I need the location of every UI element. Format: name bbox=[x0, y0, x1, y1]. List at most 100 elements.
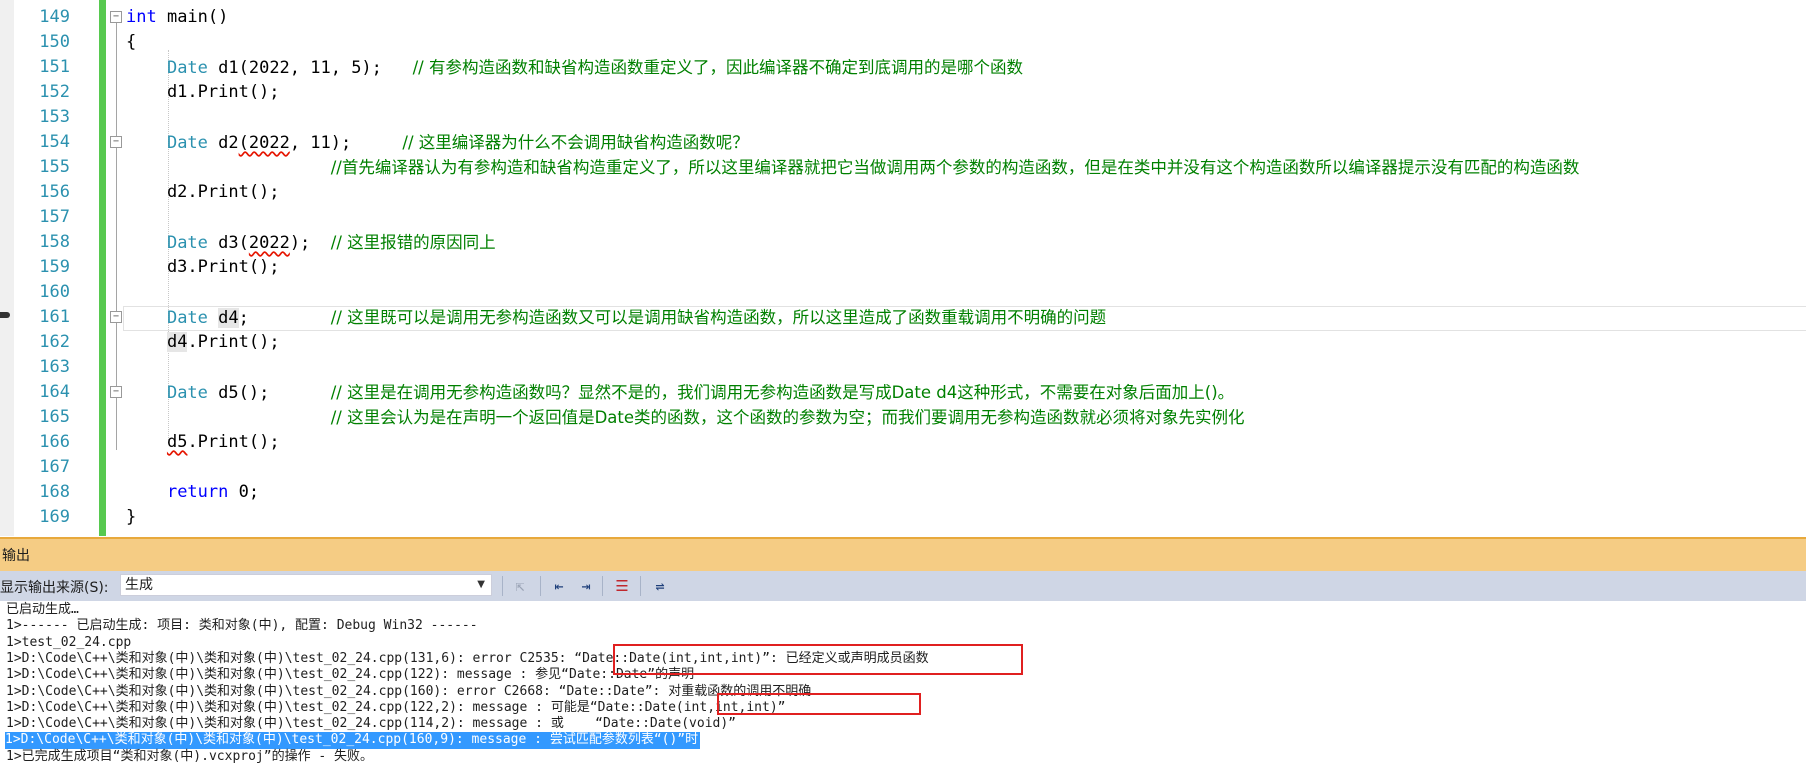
line-number: 157 bbox=[39, 207, 70, 227]
output-source-dropdown[interactable]: 生成 ▼ bbox=[120, 574, 492, 596]
code-line[interactable]: 157 bbox=[0, 205, 1806, 230]
next-message-icon[interactable]: ⇥ bbox=[575, 575, 597, 597]
output-line[interactable]: 1>D:\Code\C++\类和对象(中)\类和对象(中)\test_02_24… bbox=[6, 700, 785, 716]
code-line[interactable]: 153 bbox=[0, 105, 1806, 130]
code-token: .Print(); bbox=[187, 432, 280, 452]
code-line[interactable]: 155 //首先编译器认为有参构造和缺省构造重定义了，所以这里编译器就把它当做调… bbox=[0, 155, 1806, 180]
output-line[interactable]: 1>D:\Code\C++\类和对象(中)\类和对象(中)\test_02_24… bbox=[6, 684, 811, 700]
output-panel-title: 输出 bbox=[2, 548, 30, 564]
line-number: 160 bbox=[39, 282, 70, 302]
line-number: 154 bbox=[39, 132, 70, 152]
output-line[interactable]: 1>D:\Code\C++\类和对象(中)\类和对象(中)\test_02_24… bbox=[6, 667, 694, 683]
line-number: 156 bbox=[39, 182, 70, 202]
code-line[interactable]: 160 bbox=[0, 280, 1806, 305]
code-comment: // 这里会认为是在声明一个返回值是Date类的函数，这个函数的参数为空；而我们… bbox=[330, 408, 1245, 427]
code-line[interactable]: 166 d5.Print(); bbox=[0, 430, 1806, 455]
code-line[interactable]: 168 return 0; bbox=[0, 480, 1806, 505]
code-comment: // 这里报错的原因同上 bbox=[330, 233, 496, 252]
line-number: 163 bbox=[39, 357, 70, 377]
line-number: 168 bbox=[39, 482, 70, 502]
line-number: 159 bbox=[39, 257, 70, 277]
code-line[interactable]: 161 − Date d4; // 这里既可以是调用无参构造函数又可以是调用缺省构… bbox=[0, 305, 1806, 330]
output-line[interactable]: 1>------ 已启动生成: 项目: 类和对象(中), 配置: Debug W… bbox=[6, 618, 478, 634]
code-token: d3.Print(); bbox=[126, 257, 280, 277]
output-line[interactable]: 1>D:\Code\C++\类和对象(中)\类和对象(中)\test_02_24… bbox=[6, 716, 736, 732]
collapse-icon[interactable]: − bbox=[110, 11, 122, 23]
code-comment: // 有参构造函数和缺省构造函数重定义了，因此编译器不确定到底调用的是哪个函数 bbox=[412, 58, 1023, 77]
code-text: Date d5(); // 这里是在调用无参构造函数吗？显然不是的，我们调用无参… bbox=[126, 380, 1234, 406]
word-wrap-icon[interactable]: ⇌ bbox=[649, 575, 671, 597]
code-line[interactable]: 151 Date d1(2022, 11, 5); // 有参构造函数和缺省构造… bbox=[0, 55, 1806, 80]
code-text: } bbox=[126, 505, 136, 530]
code-text: d2.Print(); bbox=[126, 180, 280, 205]
collapse-icon[interactable]: − bbox=[110, 136, 122, 148]
code-line[interactable]: 152 d1.Print(); bbox=[0, 80, 1806, 105]
code-line[interactable]: 150 { bbox=[0, 30, 1806, 55]
code-text: int main() bbox=[126, 5, 228, 30]
code-comment: // 这里编译器为什么不会调用缺省构造函数呢？ bbox=[402, 133, 749, 152]
code-token: Date bbox=[166, 133, 208, 153]
code-token: 2022 bbox=[248, 233, 290, 253]
code-line[interactable]: 167 bbox=[0, 455, 1806, 480]
code-token: Date bbox=[166, 308, 208, 328]
line-number: 162 bbox=[39, 332, 70, 352]
code-token: d5(); bbox=[207, 383, 331, 403]
code-token: d4 bbox=[218, 308, 239, 328]
code-token: int bbox=[126, 7, 157, 27]
code-line[interactable]: 165 // 这里会认为是在声明一个返回值是Date类的函数，这个函数的参数为空… bbox=[0, 405, 1806, 430]
collapse-icon[interactable]: − bbox=[110, 311, 122, 323]
code-line[interactable]: 162 d4.Print(); bbox=[0, 330, 1806, 355]
code-text: d5.Print(); bbox=[126, 430, 280, 455]
code-token: d4 bbox=[166, 332, 188, 352]
line-number: 155 bbox=[39, 157, 70, 177]
toolbar-separator bbox=[540, 576, 541, 596]
line-number: 169 bbox=[39, 507, 70, 527]
code-token: d2.Print(); bbox=[126, 182, 280, 202]
output-line[interactable]: 已启动生成… bbox=[6, 602, 79, 618]
code-text: Date d1(2022, 11, 5); // 有参构造函数和缺省构造函数重定… bbox=[126, 55, 1023, 81]
annotation-box-c2668 bbox=[717, 693, 921, 715]
code-line[interactable]: 159 d3.Print(); bbox=[0, 255, 1806, 280]
toolbar-separator bbox=[640, 576, 641, 596]
line-number: 166 bbox=[39, 432, 70, 452]
code-line[interactable]: 163 bbox=[0, 355, 1806, 380]
line-number: 158 bbox=[39, 232, 70, 252]
clear-all-icon[interactable]: ☰ bbox=[611, 575, 633, 597]
line-number: 161 bbox=[39, 307, 70, 327]
prev-message-icon[interactable]: ⇤ bbox=[548, 575, 570, 597]
line-number: 153 bbox=[39, 107, 70, 127]
code-line[interactable]: 158 Date d3(2022); // 这里报错的原因同上 bbox=[0, 230, 1806, 255]
code-comment: //首先编译器认为有参构造和缺省构造重定义了，所以这里编译器就把它当做调用两个参… bbox=[330, 158, 1580, 177]
code-token: .Print(); bbox=[187, 332, 280, 352]
code-text: d4.Print(); bbox=[126, 330, 280, 355]
code-line[interactable]: 164 − Date d5(); // 这里是在调用无参构造函数吗？显然不是的，我… bbox=[0, 380, 1806, 405]
annotation-box-c2535 bbox=[613, 644, 1023, 675]
code-token: d1.Print(); bbox=[126, 82, 280, 102]
collapse-icon[interactable]: − bbox=[110, 386, 122, 398]
code-editor[interactable]: 149− int main() 150{151 Date d1(2022, 11, … bbox=[0, 0, 1806, 536]
code-token: } bbox=[126, 507, 137, 527]
code-token: (2022 bbox=[238, 133, 290, 153]
code-token: ); bbox=[289, 233, 331, 253]
code-line[interactable]: 149 − int main() bbox=[0, 5, 1806, 30]
code-token: return bbox=[166, 482, 229, 502]
code-text: Date d2(2022, 11); // 这里编译器为什么不会调用缺省构造函数… bbox=[126, 130, 749, 156]
code-token: , 11); bbox=[289, 133, 403, 153]
code-line[interactable]: 154 − Date d2(2022, 11); // 这里编译器为什么不会调用缺… bbox=[0, 130, 1806, 155]
output-line[interactable]: 1>D:\Code\C++\类和对象(中)\类和对象(中)\test_02_24… bbox=[5, 732, 701, 749]
output-line[interactable]: 1>test_02_24.cpp bbox=[6, 635, 131, 651]
output-text-area[interactable]: 已启动生成… 1>------ 已启动生成: 项目: 类和对象(中), 配置: D… bbox=[0, 601, 1806, 779]
line-number: 150 bbox=[39, 32, 70, 52]
code-line[interactable]: 156 d2.Print(); bbox=[0, 180, 1806, 205]
output-panel-title-bar[interactable]: 输出 bbox=[0, 537, 1806, 571]
code-line[interactable]: 169} bbox=[0, 505, 1806, 530]
output-line[interactable]: 1>已完成生成项目“类和对象(中).vcxproj”的操作 - 失败。 bbox=[6, 749, 373, 765]
line-number: 165 bbox=[39, 407, 70, 427]
code-token: d1(2022, 11, 5); bbox=[207, 58, 413, 78]
find-message-icon[interactable]: ⇱ bbox=[509, 575, 531, 597]
